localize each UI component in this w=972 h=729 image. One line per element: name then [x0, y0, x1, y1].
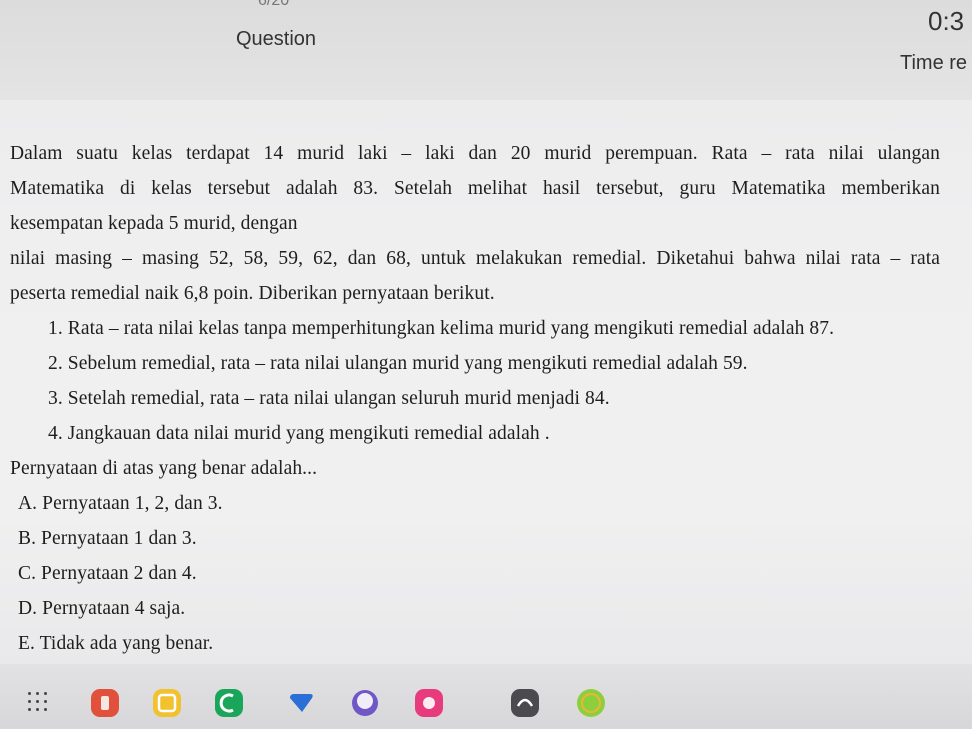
- answer-option-c[interactable]: C. Pernyataan 2 dan 4.: [10, 556, 940, 591]
- top-bar: 6/20 Question 0:3 Time re: [0, 0, 972, 100]
- gray-app-icon[interactable]: [508, 686, 542, 720]
- question-counter: 6/20: [258, 0, 290, 9]
- answer-options: A. Pernyataan 1, 2, dan 3. B. Pernyataan…: [10, 486, 940, 661]
- question-label: Question: [236, 28, 317, 50]
- question-line: Matematika di kelas tersebut adalah 83. …: [10, 178, 940, 199]
- statement-list: 1. Rata – rata nilai kelas tanpa memperh…: [10, 311, 940, 451]
- timer: 0:3: [928, 6, 965, 36]
- statement-item: 4. Jangkauan data nilai murid yang mengi…: [48, 423, 550, 444]
- statement-item: 1. Rata – rata nilai kelas tanpa memperh…: [48, 318, 835, 339]
- question-prompt: Pernyataan di atas yang benar adalah...: [10, 458, 318, 479]
- green-app-icon[interactable]: [212, 686, 246, 720]
- apps-grid-icon[interactable]: [22, 686, 56, 720]
- taskbar-dock: [0, 664, 972, 729]
- answer-option-d[interactable]: D. Pernyataan 4 saja.: [10, 591, 940, 626]
- statement-item: 3. Setelah remedial, rata – rata nilai u…: [48, 388, 610, 409]
- red-app-icon[interactable]: [88, 686, 122, 720]
- question-text: Dalam suatu kelas terdapat 14 murid laki…: [10, 136, 940, 661]
- answer-option-a[interactable]: A. Pernyataan 1, 2, dan 3.: [10, 486, 940, 521]
- time-remaining-label: Time re: [900, 52, 968, 74]
- yellow-app-icon[interactable]: [150, 686, 184, 720]
- answer-option-b[interactable]: B. Pernyataan 1 dan 3.: [10, 521, 940, 556]
- answer-option-e[interactable]: E. Tidak ada yang benar.: [10, 626, 940, 661]
- pink-camera-icon[interactable]: [412, 686, 446, 720]
- green-circle-icon[interactable]: [574, 686, 608, 720]
- purple-circle-icon[interactable]: [348, 686, 382, 720]
- statement-item: 2. Sebelum remedial, rata – rata nilai u…: [48, 353, 748, 374]
- question-line: nilai masing – masing 52, 58, 59, 62, da…: [10, 248, 940, 269]
- question-line: Dalam suatu kelas terdapat 14 murid laki…: [10, 143, 940, 164]
- question-line: peserta remedial naik 6,8 poin. Diberika…: [10, 283, 495, 304]
- question-line: kesempatan kepada 5 murid, dengan: [10, 213, 298, 234]
- blue-pin-icon[interactable]: [284, 686, 318, 720]
